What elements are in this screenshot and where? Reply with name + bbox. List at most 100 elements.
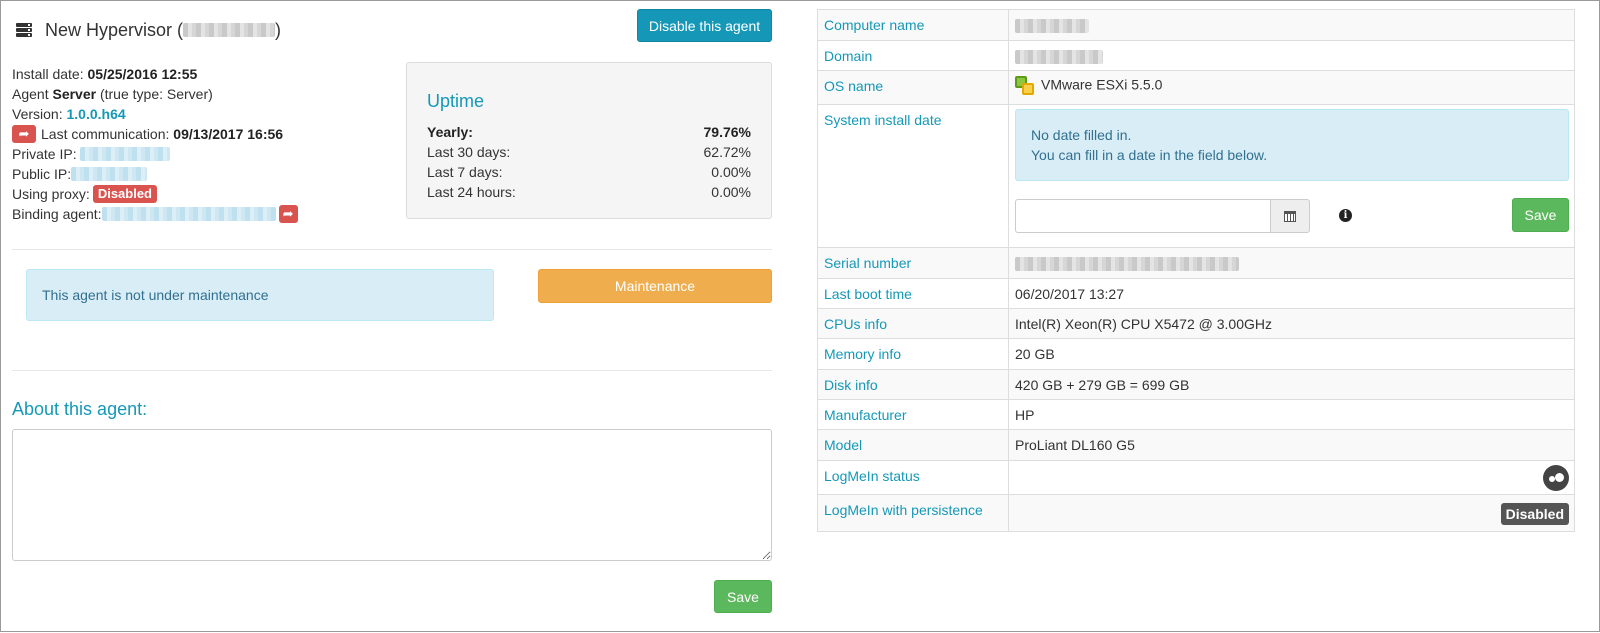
agent-summary-panel: New Hypervisor ( ) Disable this agent In… (12, 1, 787, 633)
memory-value: 20 GB (1008, 338, 1575, 370)
title-suffix: ) (275, 19, 282, 40)
properties-panel: Computer name Domain OS name VMware ESXi… (817, 9, 1593, 532)
uptime-row: Yearly: 79.76% (427, 122, 751, 142)
uptime-title: Uptime (427, 91, 485, 111)
last-comm-value: 09/13/2017 16:56 (173, 126, 284, 142)
uptime-row: Last 30 days: 62.72% (427, 142, 751, 162)
about-title: About this agent: (12, 399, 148, 419)
uptime-label: Last 24 hours: (427, 184, 516, 200)
redacted-private-ip (80, 147, 171, 161)
agent-label: Agent (12, 86, 49, 102)
serial-number-value (1008, 247, 1575, 279)
manufacturer-label: Manufacturer (817, 399, 1009, 430)
private-ip-label: Private IP: (12, 146, 77, 162)
logmein-icon (1543, 465, 1569, 491)
table-row: Domain (817, 40, 1575, 71)
domain-label: Domain (817, 40, 1009, 71)
redacted-public-ip (71, 167, 148, 181)
server-icon (16, 23, 32, 37)
uptime-label: Yearly: (427, 124, 473, 140)
share-arrow-icon[interactable]: ➦ (12, 125, 36, 143)
table-row: Serial number (817, 247, 1575, 279)
info-icon[interactable]: i (1339, 209, 1352, 222)
redacted-domain (1015, 50, 1103, 65)
calendar-button[interactable] (1270, 199, 1310, 233)
date-save-button[interactable]: Save (1512, 198, 1569, 232)
uptime-row: Last 24 hours: 0.00% (427, 182, 751, 202)
last-communication-row: ➦ Last communication: 09/13/2017 16:56 (12, 124, 402, 144)
table-row: System install date No date filled in. Y… (817, 104, 1575, 248)
install-date-row: Install date: 05/25/2016 12:55 (12, 64, 402, 84)
divider (12, 370, 772, 371)
computer-name-value (1008, 9, 1575, 41)
install-date-label: Install date: (12, 66, 84, 82)
public-ip-label: Public IP: (12, 166, 72, 182)
about-textarea[interactable] (12, 429, 772, 561)
divider (12, 249, 772, 250)
date-entry-row: i Save (1015, 198, 1569, 247)
uptime-rows: Yearly: 79.76% Last 30 days: 62.72% Last 7… (427, 122, 751, 202)
disk-label: Disk info (817, 369, 1009, 400)
table-row: OS name VMware ESXi 5.5.0 (817, 70, 1575, 105)
table-row: Model ProLiant DL160 G5 (817, 429, 1575, 461)
cpus-value: Intel(R) Xeon(R) CPU X5472 @ 3.00GHz (1008, 308, 1575, 339)
logmein-persistence-badge: Disabled (1500, 503, 1569, 525)
last-boot-value: 06/20/2017 13:27 (1008, 278, 1575, 309)
redacted-binding-agent[interactable] (101, 207, 276, 221)
redacted-computer-name (1015, 19, 1089, 34)
agent-type-row: Agent Server (true type: Server) (12, 84, 402, 104)
serial-number-label: Serial number (817, 247, 1009, 279)
maintenance-alert: This agent is not under maintenance (26, 269, 494, 321)
disk-value: 420 GB + 279 GB = 699 GB (1008, 369, 1575, 400)
version-label: Version: (12, 106, 63, 122)
title-prefix: New Hypervisor ( (45, 19, 184, 40)
maintenance-button[interactable]: Maintenance (538, 269, 772, 303)
logmein-persistence-cell: Disabled (1008, 494, 1575, 532)
model-label: Model (817, 429, 1009, 461)
agent-detail-page: New Hypervisor ( ) Disable this agent In… (0, 0, 1600, 632)
vmware-icon (1015, 76, 1035, 96)
table-row: Computer name (817, 9, 1575, 41)
calendar-icon (1284, 210, 1296, 222)
agent-info-list: Install date: 05/25/2016 12:55 Agent Ser… (12, 64, 402, 224)
domain-value (1008, 40, 1575, 71)
binding-label: Binding agent: (12, 206, 102, 222)
logmein-status-cell (1008, 460, 1575, 495)
uptime-value: 0.00% (711, 164, 751, 180)
table-row: Last boot time 06/20/2017 13:27 (817, 278, 1575, 309)
table-row: LogMeIn with persistence Disabled (817, 494, 1575, 532)
install-date-input[interactable] (1015, 199, 1271, 233)
system-install-date-label: System install date (817, 104, 1009, 248)
uptime-label: Last 30 days: (427, 144, 511, 160)
public-ip-row: Public IP: (12, 164, 402, 184)
memory-label: Memory info (817, 338, 1009, 370)
last-boot-label: Last boot time (817, 278, 1009, 309)
no-date-line: No date filled in. (1031, 127, 1132, 143)
page-title: New Hypervisor ( ) (12, 17, 281, 43)
os-name-cell: VMware ESXi 5.5.0 (1008, 70, 1575, 105)
system-install-date-cell: No date filled in. You can fill in a dat… (1008, 104, 1575, 248)
cpus-label: CPUs info (817, 308, 1009, 339)
os-name-label: OS name (817, 70, 1009, 105)
uptime-value: 62.72% (703, 144, 751, 160)
uptime-panel: Uptime Yearly: 79.76% Last 30 days: 62.72%… (406, 62, 772, 219)
share-arrow-icon[interactable]: ➦ (278, 205, 298, 223)
proxy-status-badge: Disabled (92, 185, 157, 203)
uptime-label: Last 7 days: (427, 164, 503, 180)
properties-table: Computer name Domain OS name VMware ESXi… (817, 9, 1575, 532)
true-type-text: (true type: Server) (99, 86, 213, 102)
about-save-button[interactable]: Save (714, 580, 772, 613)
computer-name-label: Computer name (817, 9, 1009, 41)
uptime-row: Last 7 days: 0.00% (427, 162, 751, 182)
last-comm-label: Last communication: (41, 126, 170, 142)
uptime-value: 0.00% (711, 184, 751, 200)
logmein-status-label: LogMeIn status (817, 460, 1009, 495)
no-date-alert: No date filled in. You can fill in a dat… (1015, 109, 1569, 181)
disable-agent-button[interactable]: Disable this agent (637, 9, 772, 42)
redacted-serial-number (1015, 257, 1239, 272)
model-value: ProLiant DL160 G5 (1008, 429, 1575, 461)
agent-type-value: Server (52, 86, 97, 102)
version-link[interactable]: 1.0.0.h64 (66, 104, 125, 124)
logmein-persistence-label: LogMeIn with persistence (817, 494, 1009, 532)
private-ip-row: Private IP: (12, 144, 402, 164)
